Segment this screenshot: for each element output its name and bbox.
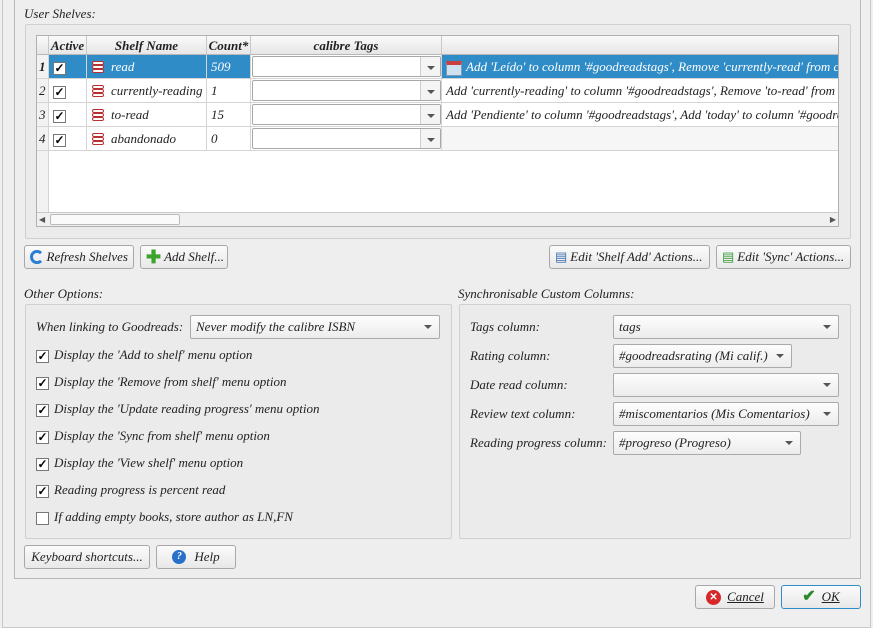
header-calibre-tags[interactable]: calibre Tags [251, 36, 442, 55]
calibre-tags-combo[interactable] [252, 80, 441, 101]
chevron-down-icon [427, 114, 435, 118]
active-checkbox[interactable]: ✓ [53, 85, 66, 99]
header-active[interactable]: Active [49, 36, 87, 55]
active-checkbox[interactable]: ✓ [53, 133, 66, 147]
plus-icon: ✚ [146, 247, 162, 267]
option-checkbox[interactable]: ✓ [36, 349, 49, 363]
shelf-count: 15 [207, 103, 251, 127]
chevron-down-icon [823, 383, 831, 387]
edit-shelf-add-actions-button[interactable]: ▤ Edit 'Shelf Add' Actions... [549, 245, 710, 269]
horizontal-scrollbar[interactable]: ◀ ▶ [37, 212, 838, 226]
sync-field-label: Reading progress column: [470, 435, 607, 450]
option-row[interactable]: ✓ Display the 'Update reading progress' m… [36, 401, 320, 417]
option-checkbox[interactable]: ✓ [36, 484, 49, 498]
shelf-count: 509 [207, 55, 251, 79]
chevron-down-icon [776, 354, 784, 358]
checkmark-icon: ✔ [802, 588, 816, 605]
user-shelves-title: User Shelves: [24, 6, 96, 21]
option-checkbox[interactable]: ✓ [36, 376, 49, 390]
shelf-name[interactable]: currently-reading [111, 83, 202, 98]
sync-column-select[interactable]: #miscomentarios (Mis Comentarios) [613, 402, 839, 426]
sync-field-label: Review text column: [470, 406, 576, 421]
refresh-shelves-button[interactable]: Refresh Shelves [24, 245, 134, 269]
cancel-icon: ✕ [706, 589, 722, 605]
option-row[interactable]: ✓ Reading progress is percent read [36, 482, 225, 498]
shelves-table: Active Shelf Name Count* calibre Tags 1 … [36, 35, 839, 227]
chevron-down-icon [823, 325, 831, 329]
option-row[interactable]: ✓ Display the 'Sync from shelf' menu opti… [36, 428, 270, 444]
shelf-count: 0 [207, 127, 251, 151]
help-button[interactable]: ? Help [156, 545, 236, 569]
shelf-name[interactable]: abandonado [111, 131, 176, 146]
scroll-left-icon[interactable]: ◀ [39, 215, 45, 224]
option-checkbox[interactable]: ✓ [36, 403, 49, 417]
row-number: 2 [37, 79, 49, 103]
option-row[interactable]: ✓ Display the 'Remove from shelf' menu op… [36, 374, 287, 390]
refresh-icon [30, 250, 44, 264]
cancel-button[interactable]: ✕ Cancel [695, 585, 775, 609]
calibre-tags-combo[interactable] [252, 104, 441, 125]
sync-columns-title: Synchronisable Custom Columns: [458, 286, 635, 301]
calendar-icon [446, 60, 462, 76]
other-options-group [25, 304, 452, 539]
sync-column-select[interactable] [613, 373, 839, 397]
row-number: 3 [37, 103, 49, 127]
scroll-right-icon[interactable]: ▶ [830, 215, 836, 224]
option-row[interactable]: ✓ Display the 'Add to shelf' menu option [36, 347, 252, 363]
calibre-tags-combo[interactable] [252, 56, 441, 77]
chevron-down-icon [427, 66, 435, 70]
chevron-down-icon [424, 325, 432, 329]
sync-column-select[interactable]: #goodreadsrating (Mi calif.) [613, 344, 792, 368]
active-checkbox[interactable]: ✓ [53, 109, 66, 123]
option-row[interactable]: ✓ Display the 'View shelf' menu option [36, 455, 243, 471]
shelf-books-icon [91, 133, 105, 147]
option-checkbox[interactable]: ✓ [36, 430, 49, 444]
option-row[interactable]: If adding empty books, store author as L… [36, 509, 293, 525]
calibre-tags-combo[interactable] [252, 128, 441, 149]
link-label: When linking to Goodreads: [36, 319, 184, 334]
edit-sync-actions-button[interactable]: ▤ Edit 'Sync' Actions... [716, 245, 851, 269]
sync-field-label: Date read column: [470, 377, 568, 392]
shelf-count: 1 [207, 79, 251, 103]
help-icon: ? [172, 550, 187, 564]
chevron-down-icon [427, 90, 435, 94]
sync-column-select[interactable]: #progreso (Progreso) [613, 431, 801, 455]
sync-column-select[interactable]: tags [613, 315, 839, 339]
header-count[interactable]: Count* [207, 36, 251, 55]
scrollbar-thumb[interactable] [50, 214, 180, 225]
chevron-down-icon [427, 138, 435, 142]
shelf-books-icon [91, 109, 105, 123]
sync-field-label: Tags column: [470, 319, 540, 334]
active-checkbox[interactable]: ✓ [53, 61, 66, 75]
chevron-down-icon [785, 441, 793, 445]
shelf-name[interactable]: to-read [111, 107, 149, 122]
chevron-down-icon [823, 412, 831, 416]
sync-field-label: Rating column: [470, 348, 551, 363]
header-shelf-name[interactable]: Shelf Name [87, 36, 207, 55]
row-number: 4 [37, 127, 49, 151]
shelf-books-icon [91, 61, 105, 75]
shelf-actions[interactable]: Add 'currently-reading' to column '#good… [446, 83, 838, 98]
sync-books-icon: ▤ [722, 249, 735, 264]
shelf-actions[interactable]: Add 'Pendiente' to column '#goodreadstag… [446, 107, 838, 122]
shelf-name[interactable]: read [111, 59, 134, 74]
option-checkbox[interactable] [36, 511, 49, 525]
isbn-mode-select[interactable]: Never modify the calibre ISBN [190, 315, 440, 339]
shelf-books-icon [91, 85, 105, 99]
edit-books-icon: ▤ [555, 249, 568, 264]
other-options-title: Other Options: [24, 286, 104, 301]
ok-button[interactable]: ✔ OK [781, 585, 861, 609]
option-checkbox[interactable]: ✓ [36, 457, 49, 471]
header-actions[interactable] [442, 36, 838, 55]
row-number: 1 [37, 55, 49, 79]
add-shelf-button[interactable]: ✚ Add Shelf... [140, 245, 228, 269]
shelf-actions[interactable]: Add 'Leído' to column '#goodreadstags', … [466, 59, 838, 74]
keyboard-shortcuts-button[interactable]: Keyboard shortcuts... [24, 545, 150, 569]
